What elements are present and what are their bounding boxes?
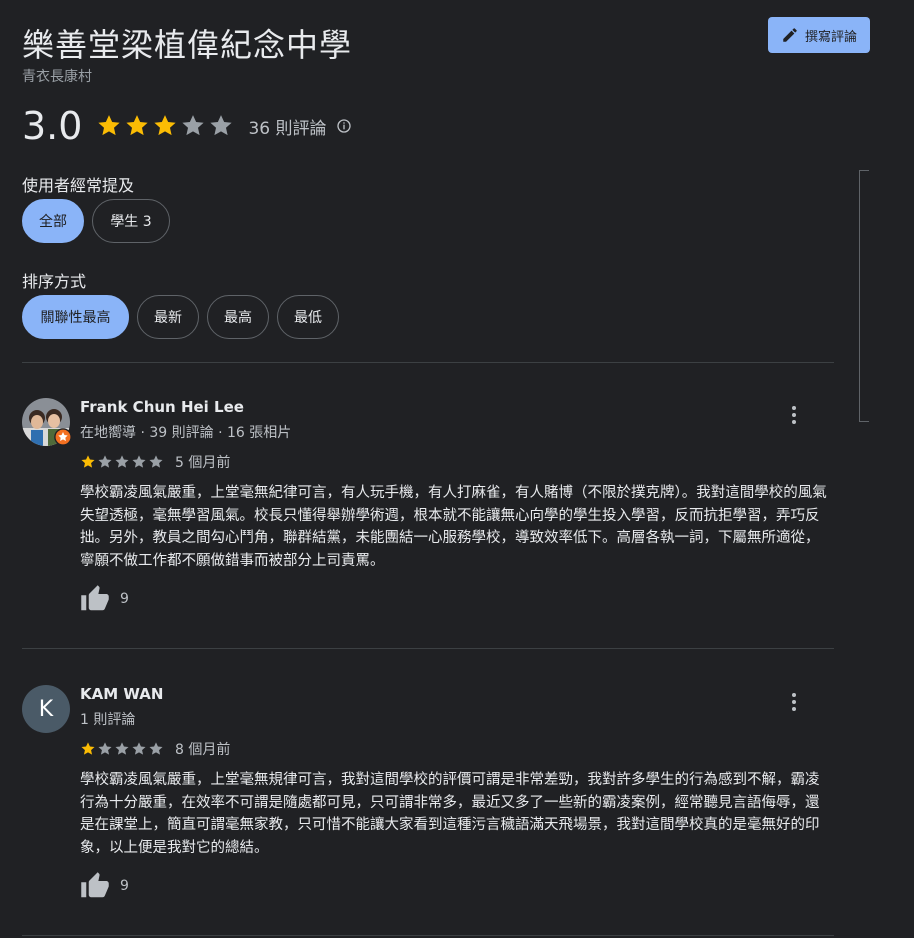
reviewer-meta: 1 則評論 — [80, 712, 136, 728]
thumbs-up-icon — [81, 585, 109, 611]
sort-chips: 關聯性最高 最新 最高 最低 — [22, 295, 339, 339]
review-count[interactable]: 36 則評論 — [248, 114, 326, 139]
review-text: 學校霸凌風氣嚴重，上堂毫無紀律可言，有人玩手機，有人打麻雀，有人賭博（不限於撲克… — [80, 485, 827, 569]
scrollbar[interactable] — [859, 170, 869, 422]
reviewer-name[interactable]: KAM WAN — [80, 685, 163, 703]
star-empty-icon — [115, 742, 129, 755]
info-icon[interactable] — [336, 118, 352, 134]
star-empty-icon — [98, 742, 112, 755]
chip-all[interactable]: 全部 — [22, 199, 84, 243]
divider — [22, 648, 834, 649]
local-guide-badge-icon — [54, 428, 72, 446]
write-review-label: 撰寫評論 — [804, 29, 857, 45]
star-filled-icon — [81, 742, 95, 755]
sort-relevance[interactable]: 關聯性最高 — [22, 295, 129, 339]
star-filled-icon — [98, 115, 121, 136]
review-stars: 8 個月前 — [80, 739, 230, 759]
divider — [22, 935, 834, 936]
sort-highest[interactable]: 最高 — [207, 295, 269, 339]
star-empty-icon — [115, 455, 129, 468]
star-filled-icon — [154, 115, 177, 136]
star-empty-icon — [182, 115, 205, 136]
review-date: 8 個月前 — [175, 742, 231, 758]
review-stars: 5 個月前 — [80, 452, 230, 472]
star-empty-icon — [149, 455, 163, 468]
write-review-button[interactable]: 撰寫評論 — [768, 17, 870, 53]
thumbs-up-icon — [81, 872, 109, 898]
average-rating: 3.0 — [22, 104, 83, 148]
star-empty-icon — [132, 455, 146, 468]
average-stars — [96, 113, 234, 139]
review-text: 學校霸凌風氣嚴重，上堂毫無規律可言，我對這間學校的評價可謂是非常差勁，我對許多學… — [80, 772, 820, 856]
more-options-icon[interactable] — [786, 691, 802, 713]
topics-label: 使用者經常提及 — [22, 176, 135, 195]
like-count: 9 — [120, 878, 129, 894]
sort-newest[interactable]: 最新 — [137, 295, 199, 339]
place-location: 青衣長康村 — [22, 69, 92, 85]
star-filled-icon — [126, 115, 149, 136]
chip-students[interactable]: 學生 3 — [92, 199, 170, 243]
reviewer-name[interactable]: Frank Chun Hei Lee — [80, 398, 244, 416]
star-empty-icon — [210, 115, 233, 136]
star-empty-icon — [98, 455, 112, 468]
rating-summary: 3.0 36 則評論 — [22, 104, 352, 148]
like-button[interactable]: 9 — [80, 584, 129, 614]
star-filled-icon — [81, 455, 95, 468]
like-count: 9 — [120, 591, 129, 607]
more-options-icon[interactable] — [786, 404, 802, 426]
divider — [22, 362, 834, 363]
place-title: 樂善堂梁植偉紀念中學 — [22, 26, 353, 64]
star-empty-icon — [132, 742, 146, 755]
review-date: 5 個月前 — [175, 455, 231, 471]
reviewer-meta: 在地嚮導 · 39 則評論 · 16 張相片 — [80, 425, 292, 441]
star-empty-icon — [149, 742, 163, 755]
sort-lowest[interactable]: 最低 — [277, 295, 339, 339]
pencil-icon — [783, 28, 797, 42]
like-button[interactable]: 9 — [80, 871, 129, 901]
topic-chips: 全部 學生 3 — [22, 199, 170, 243]
reviewer-avatar[interactable]: K — [22, 685, 70, 733]
sort-label: 排序方式 — [22, 272, 87, 291]
